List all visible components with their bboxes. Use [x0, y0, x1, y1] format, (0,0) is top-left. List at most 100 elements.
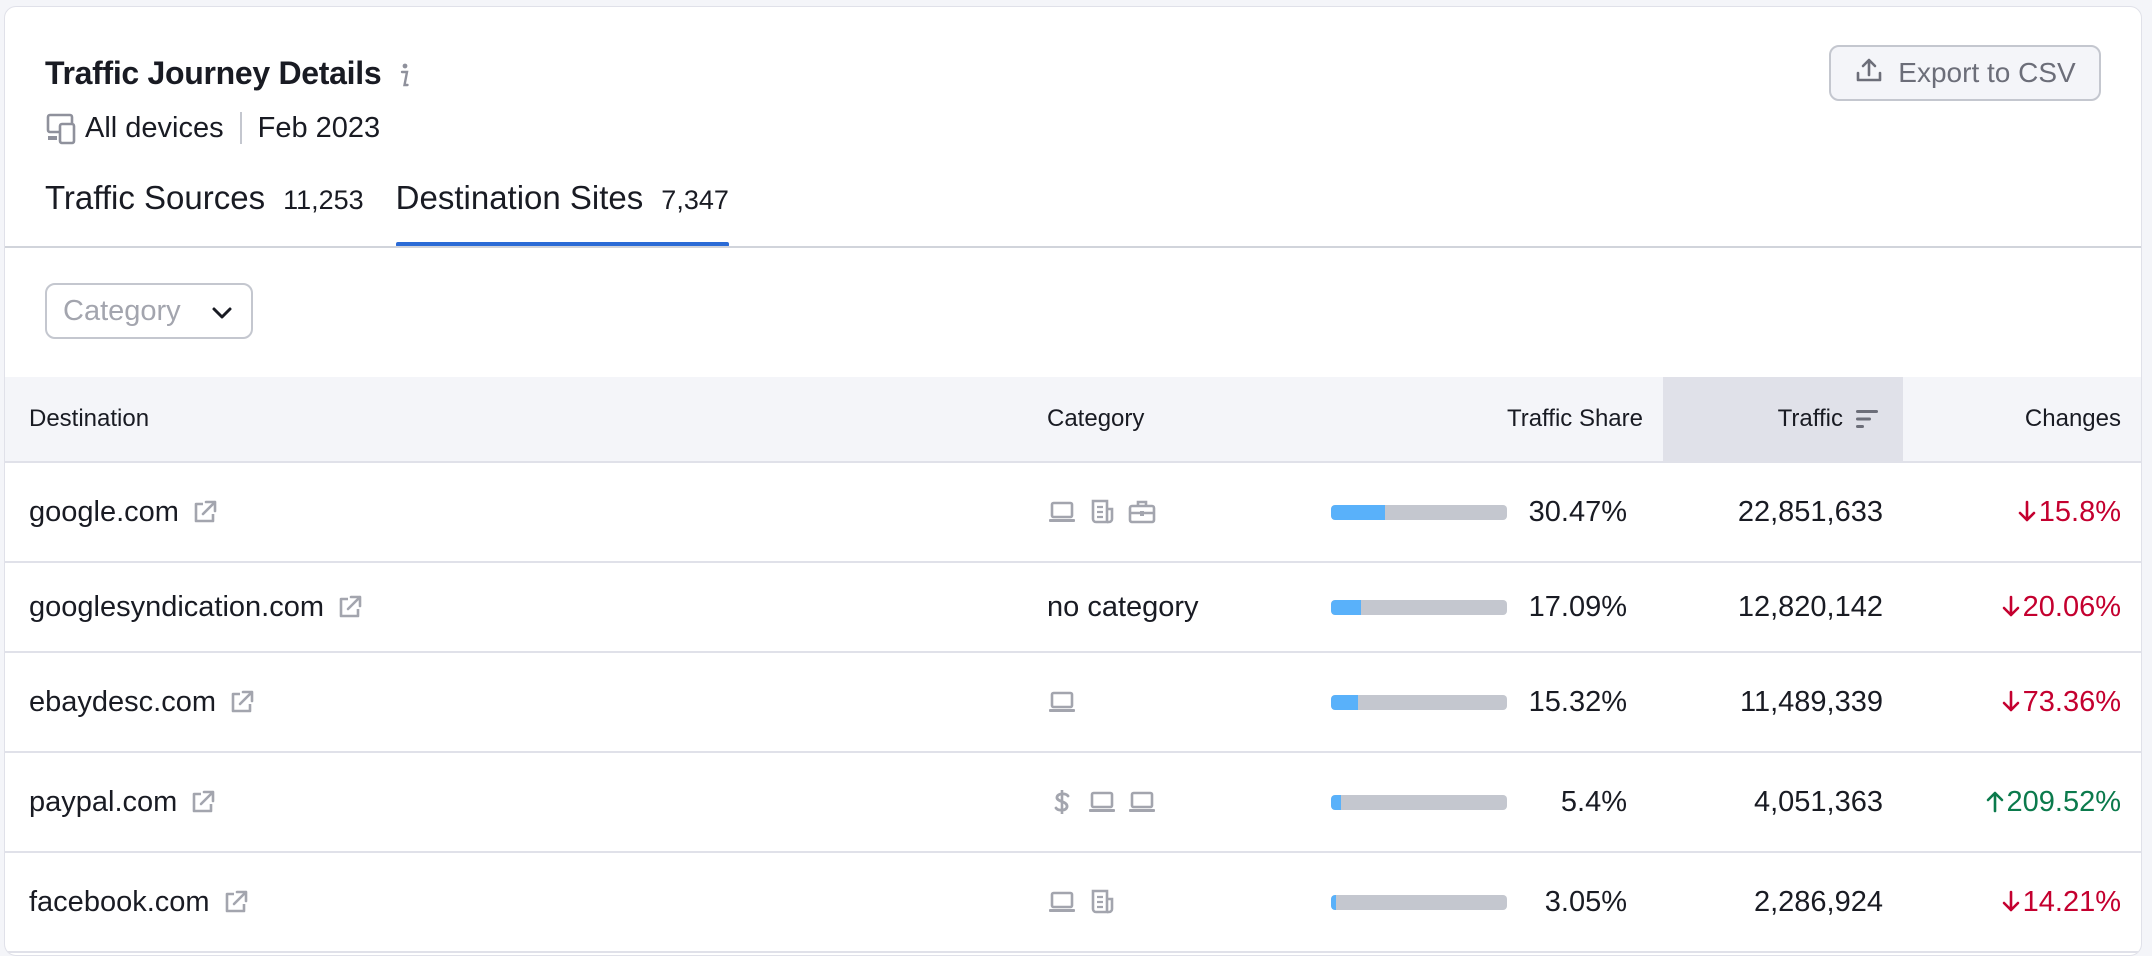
table-row: ebaydesc.com 15.32% 11,489,339 73.36% — [5, 653, 2141, 753]
tab-count: 11,253 — [283, 185, 364, 215]
external-link-icon[interactable] — [222, 888, 250, 916]
tab-traffic-sources[interactable]: Traffic Sources 11,253 — [45, 179, 364, 247]
category-text: no category — [1047, 590, 1199, 623]
category-icons — [1047, 497, 1157, 527]
col-category[interactable]: Category — [1047, 377, 1307, 461]
arrow-down-icon — [2001, 594, 2021, 620]
external-link-icon[interactable] — [189, 788, 217, 816]
cell-category — [1047, 653, 1077, 751]
external-link-icon[interactable] — [228, 688, 256, 716]
laptop-icon[interactable] — [1087, 787, 1117, 817]
devices-label[interactable]: All devices — [85, 112, 224, 145]
news-icon[interactable] — [1087, 497, 1117, 527]
tab-destination-sites[interactable]: Destination Sites 7,347 — [395, 179, 730, 247]
col-destination[interactable]: Destination — [29, 377, 629, 461]
table-row: google.com 30.47% 22,851,633 15.8% — [5, 463, 2141, 563]
cell-category — [1047, 463, 1157, 561]
change-value: 15.8% — [1905, 463, 2121, 561]
change-value: 20.06% — [1905, 563, 2121, 651]
destination-label: facebook.com — [29, 885, 210, 918]
page-title: Traffic Journey Details — [45, 55, 382, 91]
briefcase-icon[interactable] — [1127, 497, 1157, 527]
destination-label: google.com — [29, 495, 179, 528]
destination-label: paypal.com — [29, 785, 178, 818]
export-label: Export to CSV — [1898, 57, 2076, 88]
category-icons — [1047, 887, 1117, 917]
info-icon[interactable] — [397, 59, 411, 89]
traffic-journey-card: Traffic Journey Details All devices Feb … — [4, 6, 2142, 956]
cell-share-bar — [1331, 463, 1507, 561]
change-label: 73.36% — [2022, 685, 2121, 718]
cell-share-bar — [1331, 563, 1507, 651]
upload-icon — [1854, 55, 1884, 92]
destination-link[interactable]: googlesyndication.com — [29, 591, 364, 624]
meta-divider — [239, 112, 242, 144]
arrow-down-icon — [2001, 689, 2021, 715]
tab-label: Destination Sites — [395, 179, 644, 216]
dollar-icon[interactable] — [1047, 787, 1077, 817]
change-value: 14.21% — [1905, 853, 2121, 951]
col-traffic-share[interactable]: Traffic Share — [1305, 377, 1643, 461]
destination-link[interactable]: facebook.com — [29, 886, 250, 919]
traffic-share-bar-fill — [1331, 794, 1341, 810]
cell-destination: ebaydesc.com — [29, 653, 256, 751]
destination-link[interactable]: paypal.com — [29, 786, 217, 819]
traffic-share-bar — [1331, 794, 1507, 810]
col-traffic-label: Traffic — [1777, 405, 1843, 432]
traffic-share-value: 3.05% — [1544, 885, 1627, 918]
traffic-share-bar-fill — [1331, 504, 1385, 520]
tab-label: Traffic Sources — [45, 179, 266, 216]
destination-link[interactable]: ebaydesc.com — [29, 686, 256, 719]
external-link-icon[interactable] — [336, 593, 364, 621]
change-label: 20.06% — [2022, 590, 2121, 623]
destination-label: ebaydesc.com — [29, 685, 216, 718]
traffic-share-bar — [1331, 599, 1507, 615]
external-link-icon[interactable] — [191, 498, 219, 526]
laptop-icon[interactable] — [1047, 497, 1077, 527]
cell-category — [1047, 853, 1117, 951]
table-row: googlesyndication.com no category 17.09% 12… — [5, 563, 2141, 653]
tabs-divider — [5, 246, 2141, 248]
traffic-value: 11,489,339 — [1740, 685, 1883, 718]
laptop-icon[interactable] — [1127, 787, 1157, 817]
sort-icon — [1855, 408, 1879, 430]
category-placeholder: Category — [63, 294, 181, 327]
arrow-down-icon — [2017, 499, 2037, 525]
table-row: paypal.com 5.4% 4,051,363 209.52% — [5, 753, 2141, 853]
cell-share-bar — [1331, 853, 1507, 951]
tab-count: 7,347 — [661, 185, 729, 215]
traffic-share-bar — [1331, 504, 1507, 520]
laptop-icon[interactable] — [1047, 687, 1077, 717]
table-row: facebook.com 3.05% 2,286,924 14.21% — [5, 853, 2141, 953]
destination-link[interactable]: google.com — [29, 496, 219, 529]
traffic-value: 12,820,142 — [1737, 590, 1883, 623]
traffic-share-value: 17.09% — [1528, 590, 1627, 623]
title-row: Traffic Journey Details — [45, 55, 411, 92]
chevron-down-icon — [211, 295, 233, 328]
change-label: 14.21% — [2022, 885, 2121, 918]
category-dropdown[interactable]: Category — [45, 283, 253, 339]
col-changes[interactable]: Changes — [1905, 377, 2121, 461]
cell-category — [1047, 753, 1157, 851]
arrow-down-icon — [2001, 889, 2021, 915]
change-value: 209.52% — [1905, 753, 2121, 851]
cell-destination: google.com — [29, 463, 219, 561]
category-icons — [1047, 787, 1157, 817]
traffic-share-bar — [1331, 694, 1507, 710]
period-label[interactable]: Feb 2023 — [258, 112, 381, 145]
laptop-icon[interactable] — [1047, 887, 1077, 917]
tab-bar: Traffic Sources 11,253 Destination Sites… — [45, 179, 761, 247]
change-label: 15.8% — [2038, 495, 2121, 528]
col-traffic[interactable]: Traffic — [1663, 377, 1903, 461]
category-icons — [1047, 687, 1077, 717]
news-icon[interactable] — [1087, 887, 1117, 917]
change-label: 209.52% — [2006, 785, 2122, 818]
export-csv-button[interactable]: Export to CSV — [1829, 45, 2101, 101]
arrow-up-icon — [1985, 789, 2005, 815]
change-value: 73.36% — [1905, 653, 2121, 751]
destination-label: googlesyndication.com — [29, 590, 325, 623]
traffic-share-bar-fill — [1331, 599, 1362, 615]
cell-destination: paypal.com — [29, 753, 217, 851]
traffic-value: 4,051,363 — [1753, 785, 1883, 818]
cell-destination: facebook.com — [29, 853, 250, 951]
